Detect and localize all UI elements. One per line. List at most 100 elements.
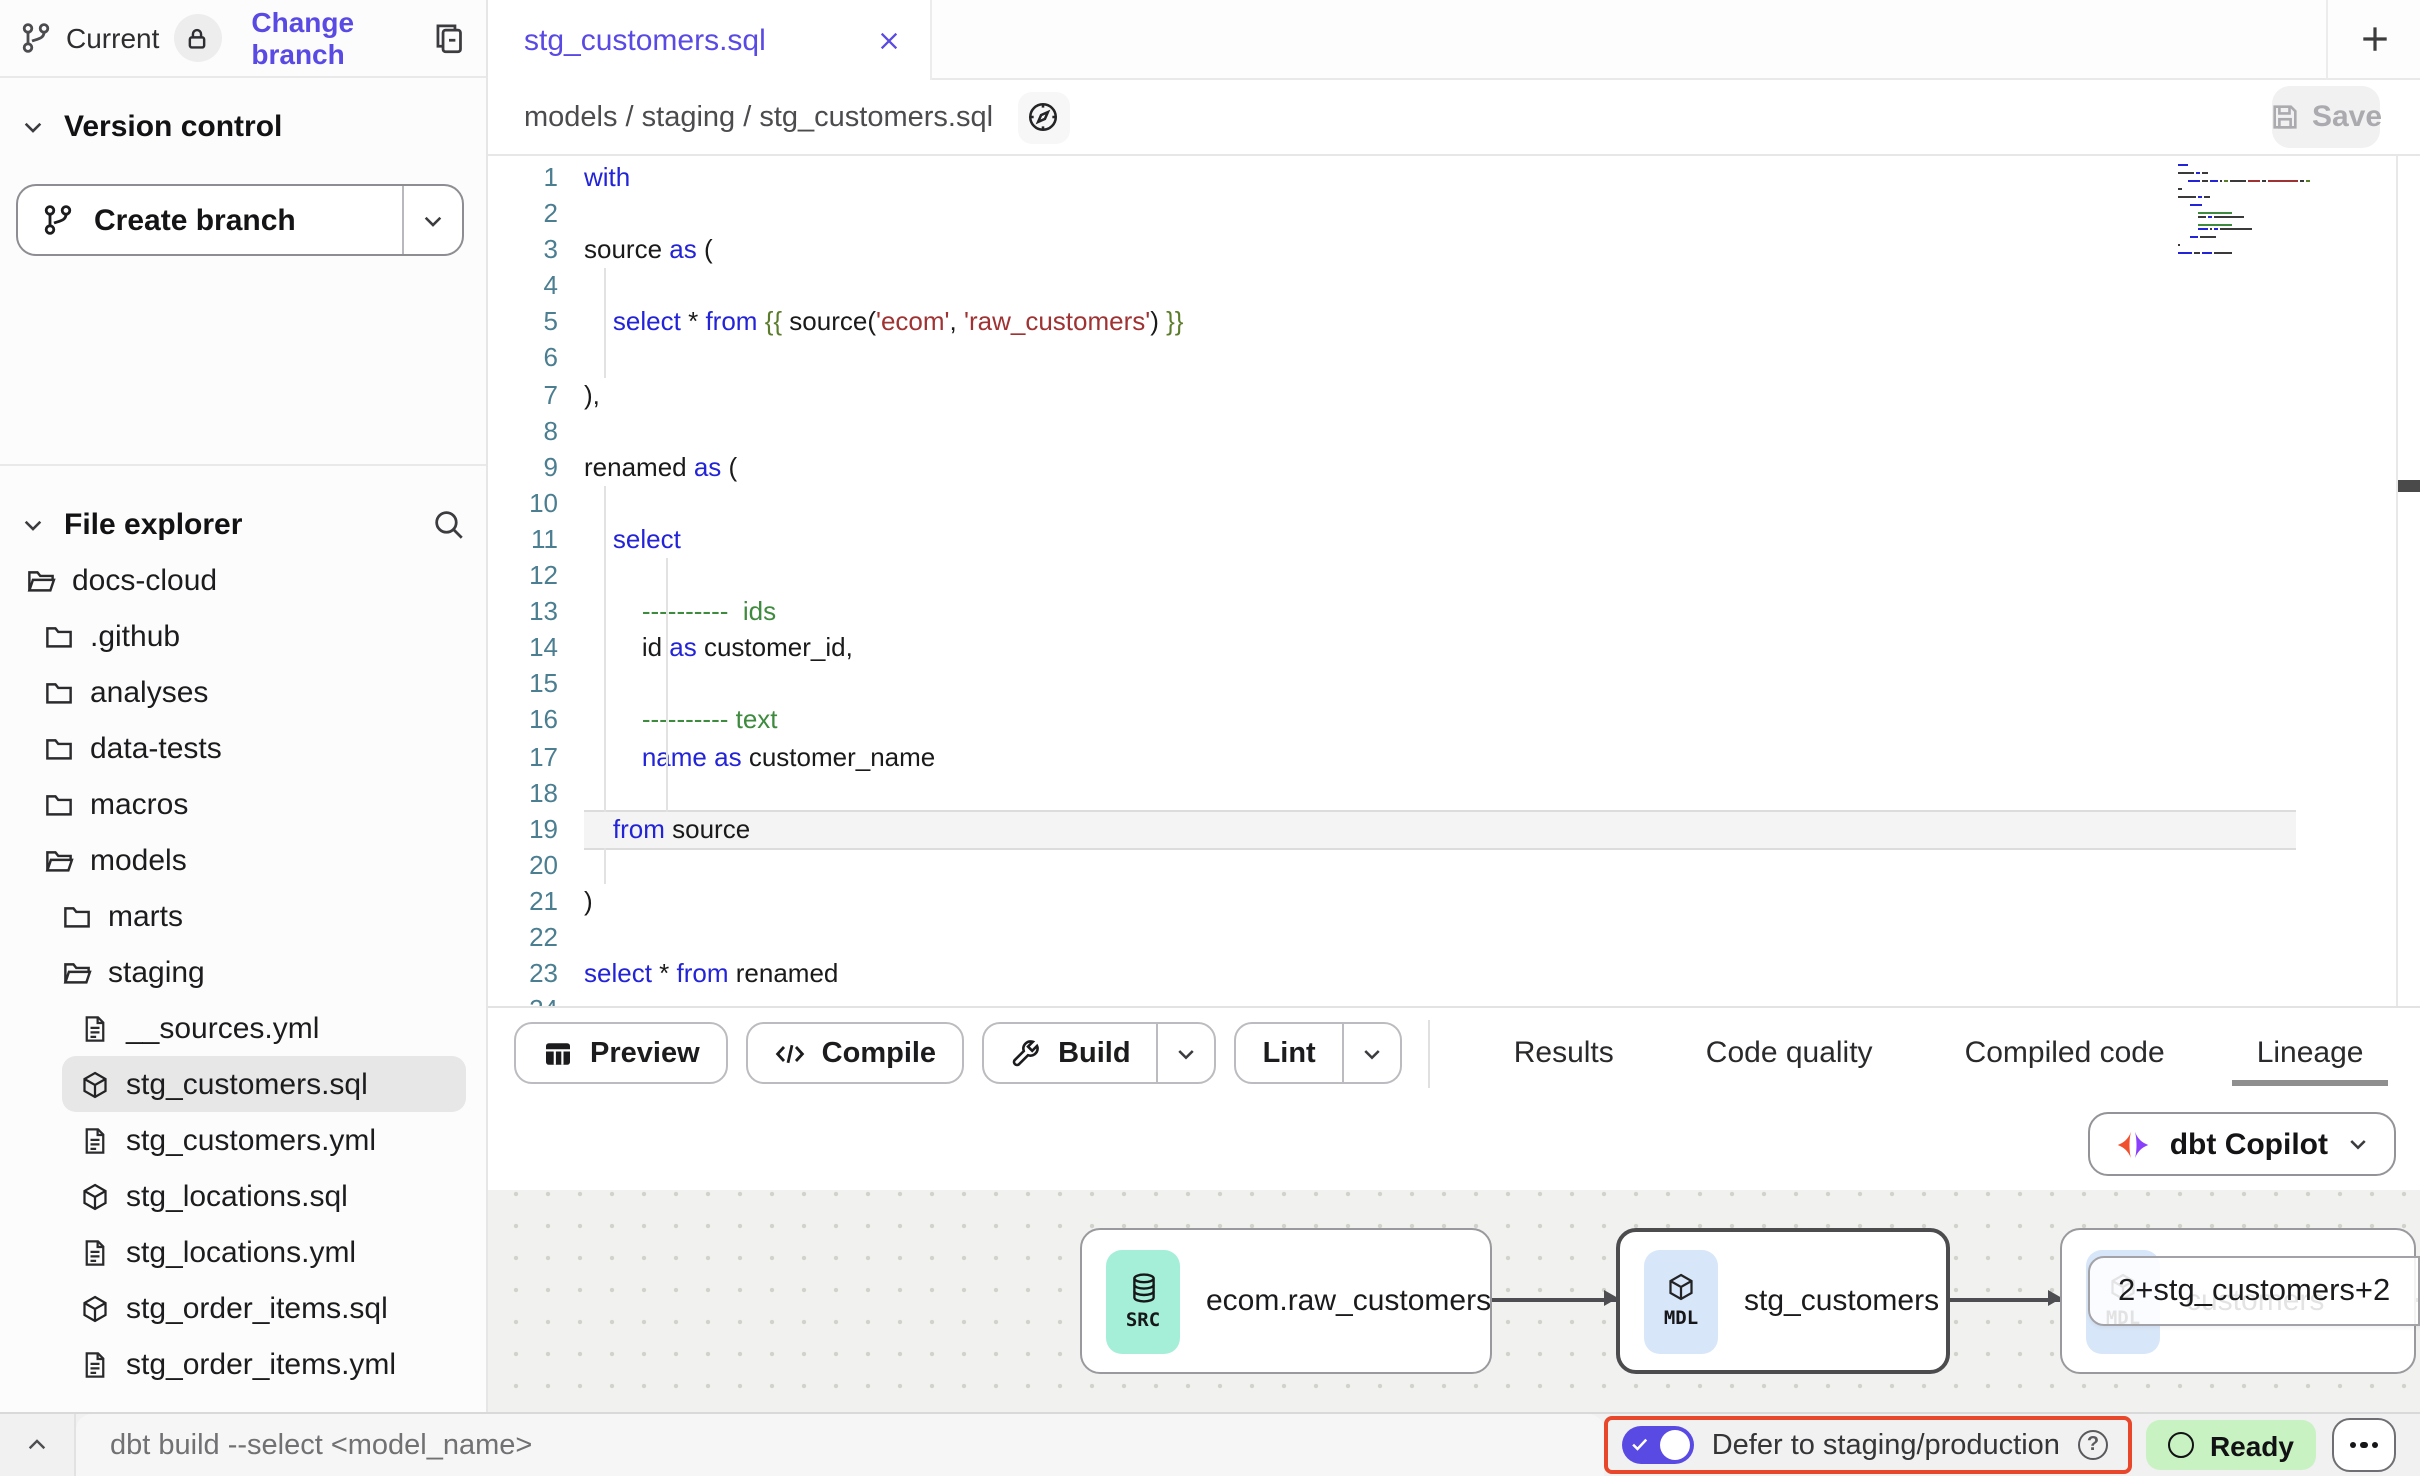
lint-button[interactable]: Lint — [1235, 1022, 1402, 1084]
copy-icon[interactable] — [432, 21, 466, 55]
lint-dropdown[interactable] — [1342, 1024, 1400, 1082]
file-explorer-header[interactable]: File explorer — [0, 494, 486, 554]
file-tree-item-stg-order-items-sql[interactable]: stg_order_items.sql — [0, 1280, 486, 1336]
model-cube-icon — [1666, 1272, 1696, 1302]
defer-toggle[interactable] — [1622, 1426, 1694, 1464]
build-dropdown[interactable] — [1157, 1024, 1215, 1082]
result-tabs: Results Code quality Compiled code Lineage — [1490, 1008, 2388, 1098]
preview-button[interactable]: Preview — [514, 1022, 728, 1084]
minimap[interactable] — [2178, 164, 2310, 260]
git-branch-icon — [42, 204, 74, 236]
code-line-18[interactable]: 18 — [488, 775, 2296, 811]
tab-code-quality[interactable]: Code quality — [1682, 1008, 1897, 1098]
file-tree-item--sources-yml[interactable]: __sources.yml — [0, 1000, 486, 1056]
command-input[interactable]: dbt build --select <model_name> — [76, 1414, 1604, 1476]
file-tree-item--github[interactable]: .github — [0, 608, 486, 664]
file-tree-item-stg-customers-yml[interactable]: stg_customers.yml — [0, 1112, 486, 1168]
code-line-19[interactable]: 19 from source — [488, 811, 2296, 847]
code-editor[interactable]: 1with23source as (45 select * from {{ so… — [488, 156, 2420, 1006]
lineage-node-stg-customers[interactable]: MDLstg_customers — [1616, 1228, 1950, 1374]
create-branch-dropdown[interactable] — [402, 186, 462, 254]
preview-main[interactable]: Preview — [516, 1024, 726, 1082]
code-line-10[interactable]: 10 — [488, 486, 2296, 522]
code-line-16[interactable]: 16 ---------- text — [488, 703, 2296, 739]
code-line-1[interactable]: 1with — [488, 160, 2296, 196]
file-tree-item-staging[interactable]: staging — [0, 944, 486, 1000]
code-line-9[interactable]: 9renamed as ( — [488, 450, 2296, 486]
build-main[interactable]: Build — [984, 1024, 1157, 1082]
tab-compiled-code[interactable]: Compiled code — [1941, 1008, 2189, 1098]
create-branch-main[interactable]: Create branch — [18, 186, 402, 254]
tab-stg-customers-sql[interactable]: stg_customers.sql — [488, 0, 932, 80]
scrollbar-thumb[interactable] — [2398, 480, 2420, 492]
code-line-20[interactable]: 20 — [488, 848, 2296, 884]
code-line-15[interactable]: 15 — [488, 667, 2296, 703]
line-number: 2 — [488, 196, 584, 232]
change-branch-link[interactable]: Change branch — [251, 6, 418, 70]
line-number: 5 — [488, 305, 584, 341]
new-tab-button[interactable] — [2326, 0, 2420, 80]
lineage-edge — [1492, 1298, 1616, 1301]
file-tree-item-marts[interactable]: marts — [0, 888, 486, 944]
file-tree: docs-cloud.githubanalysesdata-testsmacro… — [0, 552, 486, 1412]
editor-toolbar: Preview Compile Build Lint — [488, 1006, 2420, 1098]
line-content: name as customer_name — [584, 739, 2296, 775]
code-line-6[interactable]: 6 — [488, 341, 2296, 377]
code-line-11[interactable]: 11 select — [488, 522, 2296, 558]
indent-guide — [666, 558, 668, 811]
lineage-panel[interactable]: SRCecom.raw_customersMDLstg_customersMDL… — [488, 1190, 2420, 1412]
save-button[interactable]: Save — [2272, 86, 2380, 148]
code-line-12[interactable]: 12 — [488, 558, 2296, 594]
help-icon[interactable]: ? — [2078, 1430, 2108, 1460]
breadcrumb: models / staging / stg_customers.sql — [524, 101, 993, 133]
collapse-panel-button[interactable] — [0, 1414, 76, 1476]
file-tree-item-stg-customers-sql[interactable]: stg_customers.sql — [62, 1056, 466, 1112]
line-content: ), — [584, 377, 2296, 413]
code-line-21[interactable]: 21) — [488, 884, 2296, 920]
file-icon — [80, 1013, 110, 1043]
file-tree-item-macros[interactable]: macros — [0, 776, 486, 832]
code-line-7[interactable]: 7), — [488, 377, 2296, 413]
file-tree-item-stg-locations-yml[interactable]: stg_locations.yml — [0, 1224, 486, 1280]
line-number: 21 — [488, 884, 584, 920]
tab-results[interactable]: Results — [1490, 1008, 1638, 1098]
code-line-4[interactable]: 4 — [488, 269, 2296, 305]
compile-main[interactable]: Compile — [748, 1024, 962, 1082]
file-tree-item-stg-order-items-yml[interactable]: stg_order_items.yml — [0, 1336, 486, 1392]
code-line-8[interactable]: 8 — [488, 413, 2296, 449]
preview-label: Preview — [590, 1037, 700, 1069]
code-line-3[interactable]: 3source as ( — [488, 232, 2296, 268]
create-branch-button[interactable]: Create branch — [16, 184, 464, 256]
main-area: stg_customers.sql models / staging / stg… — [488, 0, 2420, 1476]
lineage-selector-input[interactable]: 2+stg_customers+2 — [2090, 1258, 2420, 1324]
line-content: ---------- ids — [584, 594, 2296, 630]
lineage-node-ecom-raw-customers[interactable]: SRCecom.raw_customers — [1080, 1228, 1492, 1374]
file-tree-item-stg-locations-sql[interactable]: stg_locations.sql — [0, 1168, 486, 1224]
code-line-17[interactable]: 17 name as customer_name — [488, 739, 2296, 775]
line-number: 22 — [488, 920, 584, 956]
line-number: 7 — [488, 377, 584, 413]
version-control-header[interactable]: Version control — [0, 96, 486, 156]
code-line-2[interactable]: 2 — [488, 196, 2296, 232]
code-line-24[interactable]: 24 — [488, 992, 2296, 1006]
lint-main[interactable]: Lint — [1237, 1024, 1342, 1082]
code-line-13[interactable]: 13 ---------- ids — [488, 594, 2296, 630]
more-options-button[interactable] — [2332, 1418, 2396, 1472]
file-tree-item-analyses[interactable]: analyses — [0, 664, 486, 720]
search-icon[interactable] — [432, 507, 466, 541]
compile-button[interactable]: Compile — [746, 1022, 964, 1084]
code-line-5[interactable]: 5 select * from {{ source('ecom', 'raw_c… — [488, 305, 2296, 341]
close-icon[interactable] — [876, 27, 902, 53]
code-line-14[interactable]: 14 id as customer_id, — [488, 630, 2296, 666]
file-tree-item-docs-cloud[interactable]: docs-cloud — [0, 552, 486, 608]
copilot-compass-button[interactable] — [1017, 91, 1069, 143]
file-tree-item-models[interactable]: models — [0, 832, 486, 888]
code-line-23[interactable]: 23select * from renamed — [488, 956, 2296, 992]
file-tree-item-data-tests[interactable]: data-tests — [0, 720, 486, 776]
tab-lineage[interactable]: Lineage — [2233, 1008, 2388, 1098]
build-button[interactable]: Build — [982, 1022, 1217, 1084]
code-line-22[interactable]: 22 — [488, 920, 2296, 956]
status-ready-badge[interactable]: Ready — [2146, 1420, 2316, 1470]
model-cube-icon — [80, 1069, 110, 1099]
dbt-copilot-button[interactable]: dbt Copilot — [2088, 1112, 2396, 1176]
